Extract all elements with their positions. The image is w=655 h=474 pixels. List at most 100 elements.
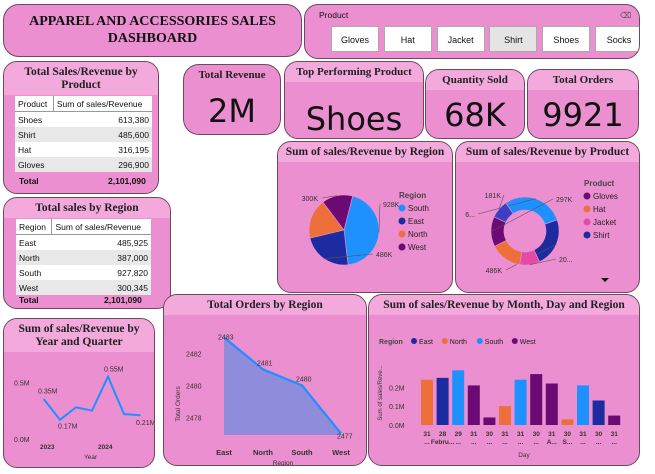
bar[interactable] (452, 370, 465, 425)
kpi-total-orders-value: 9921 (542, 96, 624, 134)
bar[interactable] (483, 417, 496, 425)
y-tick: 0.0M (14, 437, 30, 444)
pie-region-card: Sum of sales/Revenue by Region 928K 486K 3… (277, 141, 453, 293)
col-header-sales[interactable]: Sum of sales/Revenue (52, 96, 152, 112)
product-cell-value: 613,380 (118, 114, 149, 125)
table-row: Shirt 485,600 (15, 127, 152, 142)
bar[interactable] (530, 374, 543, 425)
region-cell-value: 387,000 (51, 250, 151, 265)
legend-item-north: North (450, 339, 467, 346)
slicer-option-socks[interactable]: Socks (595, 26, 639, 52)
region-cell-name: North (16, 250, 52, 265)
area-orders-chart: 2483 2481 2480 2477 2482 2480 2478 Total Orders… (175, 334, 353, 466)
x-tick: 28 (439, 431, 447, 438)
legend-marker-hat (583, 205, 591, 213)
slice-shirt[interactable] (533, 219, 560, 263)
x-tick: ... (611, 439, 617, 446)
bar-month-chart: Region East North South West 0.2M 0.1M 0.0M Sum … (378, 338, 621, 459)
legend-title: Region (379, 339, 403, 346)
x-tick: 31 (579, 431, 587, 438)
y-tick: 0.5M (14, 380, 30, 387)
area-orders-card: Total Orders by Region 2483 2481 2480 2477 2… (163, 294, 367, 466)
legend-marker-north (398, 230, 406, 238)
kpi-top-product-label: Top Performing Product (285, 62, 423, 82)
table-row: North 387,000 (16, 250, 151, 265)
bar[interactable] (608, 415, 621, 425)
x-tick: 2023 (40, 444, 55, 451)
legend-item-east: East (408, 217, 425, 226)
legend-item-south: South (408, 204, 429, 213)
legend-title: Region (399, 191, 426, 200)
col-header-product[interactable]: Product (15, 96, 54, 112)
x-tick: ... (596, 439, 602, 446)
table-row: Shoes 613,380 (15, 112, 152, 128)
slicer-option-shirt[interactable]: Shirt (489, 26, 538, 52)
point-label: 0.55M (104, 367, 124, 374)
product-slicer: Product ⌫ Gloves Hat Jacket Shirt Shoes Socks (304, 4, 640, 59)
bar[interactable] (561, 419, 574, 425)
bar[interactable] (545, 383, 558, 425)
point-label: 2480 (296, 376, 312, 383)
x-tick: 31 (470, 431, 478, 438)
area-orders-title: Total Orders by Region (164, 295, 366, 315)
legend-marker-east (398, 217, 406, 225)
line-point (139, 414, 141, 416)
x-tick: ... (487, 439, 493, 446)
x-tick: 31 (517, 431, 525, 438)
bar[interactable] (436, 377, 449, 425)
line-point (75, 406, 77, 409)
kpi-quantity-sold-value: 68K (444, 96, 506, 134)
region-cell-value: 485,925 (117, 237, 148, 248)
slice-label-west: 300K (302, 196, 319, 203)
slicer-option-jacket[interactable]: Jacket (436, 26, 485, 52)
x-tick: 31 (611, 431, 619, 438)
y-axis-label: Sum of sales/Reve... (378, 365, 384, 421)
pie-region-chart: 928K 486K 300K Region South East North West (302, 191, 429, 266)
bar[interactable] (577, 385, 589, 425)
x-tick: 2024 (98, 444, 113, 451)
x-tick-south: South (291, 448, 313, 457)
x-tick: 30 (595, 431, 603, 438)
bar[interactable] (499, 406, 511, 425)
bar[interactable] (467, 385, 480, 425)
kpi-quantity-sold: Quantity Sold 68K (425, 69, 525, 139)
sales-by-region-table: Region Sum of sales/Revenue East 485,925 N… (16, 219, 151, 295)
product-cell-value: 316,195 (118, 144, 149, 155)
line-year-chart: 0.5M 0.0M 0.35M 0.17M 0.55M 0.21M 2023 2024Year (14, 367, 154, 461)
region-cell-name: East (19, 237, 37, 248)
bar[interactable] (514, 379, 527, 425)
point-label: 2477 (337, 433, 353, 440)
sales-by-region-total-value: 2,101,090 (104, 295, 142, 305)
slicer-option-gloves[interactable]: Gloves (331, 26, 379, 52)
line-series (43, 374, 141, 422)
bar[interactable] (592, 400, 605, 425)
y-tick: 2478 (186, 415, 202, 422)
x-tick: 31 (501, 431, 509, 438)
slicer-option-hat[interactable]: Hat (383, 26, 432, 52)
table-row: Hat 316,195 (15, 142, 152, 157)
legend-marker-shirt (583, 231, 591, 239)
legend-title: Product (584, 179, 615, 188)
sales-by-region-title: Total sales by Region (4, 198, 170, 218)
line-year-title: Sum of sales/Revenue by Year and Quarter (4, 319, 154, 352)
legend-marker-south (476, 338, 483, 344)
eraser-icon[interactable]: ⌫ (620, 11, 631, 20)
x-axis-label: Year (84, 454, 98, 461)
kpi-total-orders: Total Orders 9921 (527, 69, 639, 139)
col-header-region[interactable]: Region (16, 219, 52, 235)
bar[interactable] (421, 379, 433, 425)
legend-item-shirt: Shirt (593, 231, 610, 240)
x-tick: ... (502, 439, 508, 446)
product-cell-name: Gloves (15, 157, 54, 172)
slicer-option-shoes[interactable]: Shoes (542, 26, 591, 52)
kpi-total-revenue-value: 2M (208, 92, 256, 130)
legend-item-hat: Hat (593, 205, 606, 214)
table-row: South 927,820 (16, 265, 151, 280)
x-tick: ... (471, 439, 477, 446)
table-row: Gloves 296,900 (15, 157, 152, 172)
x-axis-label: Region (273, 460, 294, 466)
col-header-region-sales[interactable]: Sum of sales/Revenue (51, 219, 151, 235)
sales-by-region-total-label: Total (19, 295, 39, 305)
pie-region-title: Sum of sales/Revenue by Region (278, 142, 452, 162)
table-row: West 300,345 (16, 280, 151, 295)
